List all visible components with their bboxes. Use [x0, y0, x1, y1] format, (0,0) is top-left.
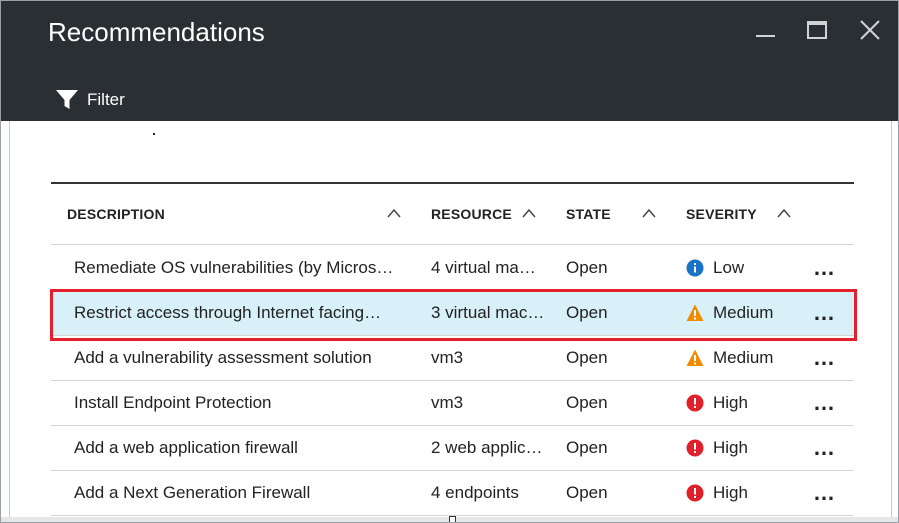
row-description: Add a Next Generation Firewall: [74, 483, 311, 502]
more-options-button[interactable]: …: [813, 254, 843, 282]
blade-header: Recommendations Filter: [1, 1, 898, 121]
info-icon: [686, 259, 704, 277]
table-row[interactable]: Add a Next Generation Firewall 4 endpoin…: [51, 471, 854, 516]
panel-border: [9, 121, 10, 517]
blade-title: Recommendations: [48, 17, 265, 47]
row-resource: vm3: [431, 393, 464, 412]
table-top-rule: [51, 182, 854, 184]
close-button[interactable]: [856, 15, 886, 45]
recommendations-blade: Recommendations Filter DESCRIPTION RESOU…: [0, 0, 899, 523]
row-description: Add a web application firewall: [74, 438, 298, 457]
row-state: Open: [566, 438, 608, 457]
error-icon: [686, 394, 704, 412]
minimize-button[interactable]: [751, 15, 781, 45]
table-row[interactable]: Add a vulnerability assessment solution …: [51, 336, 854, 381]
warning-icon: [686, 304, 704, 321]
sort-ascending-icon[interactable]: [641, 206, 657, 220]
row-resource: vm3: [431, 348, 464, 367]
filter-icon: [56, 90, 78, 109]
row-resource: 3 virtual mac…: [431, 303, 545, 322]
row-resource: 4 virtual ma…: [431, 258, 536, 277]
row-description: Add a vulnerability assessment solution: [74, 348, 372, 367]
warning-icon: [686, 349, 704, 366]
more-options-button[interactable]: …: [813, 479, 843, 507]
more-options-button[interactable]: …: [813, 344, 843, 372]
row-description: Restrict access through Internet facing…: [74, 303, 382, 322]
filter-button[interactable]: Filter: [55, 87, 125, 113]
sort-ascending-icon[interactable]: [521, 206, 537, 220]
row-description: Install Endpoint Protection: [74, 393, 272, 412]
resize-handle[interactable]: [449, 516, 456, 522]
row-state: Open: [566, 483, 608, 502]
header-rule: [51, 244, 854, 245]
row-state: Open: [566, 303, 608, 322]
row-resource: 4 endpoints: [431, 483, 519, 502]
row-state: Open: [566, 393, 608, 412]
maximize-button[interactable]: [803, 15, 833, 45]
row-description: Remediate OS vulnerabilities (by Micros…: [74, 258, 394, 277]
table-row[interactable]: Add a web application firewall 2 web app…: [51, 426, 854, 471]
table-row[interactable]: Install Endpoint Protection vm3 Open Hig…: [51, 381, 854, 426]
more-options-button[interactable]: …: [813, 434, 843, 462]
stray-dot: [153, 133, 155, 135]
row-resource: 2 web applic…: [431, 438, 543, 457]
column-header-resource[interactable]: RESOURCE: [431, 206, 512, 222]
sort-ascending-icon[interactable]: [776, 206, 792, 220]
table-row[interactable]: Remediate OS vulnerabilities (by Micros……: [51, 246, 854, 291]
error-icon: [686, 439, 704, 457]
sort-ascending-icon[interactable]: [386, 206, 402, 220]
more-options-button[interactable]: …: [813, 389, 843, 417]
row-state: Open: [566, 258, 608, 277]
row-state: Open: [566, 348, 608, 367]
error-icon: [686, 484, 704, 502]
more-options-button[interactable]: …: [813, 299, 843, 327]
column-header-description[interactable]: DESCRIPTION: [67, 206, 165, 222]
close-icon: [860, 20, 880, 40]
panel-border: [891, 121, 892, 517]
table-row[interactable]: Restrict access through Internet facing……: [51, 291, 854, 336]
column-header-severity[interactable]: SEVERITY: [686, 206, 757, 222]
filter-label: Filter: [87, 90, 125, 109]
column-header-state[interactable]: STATE: [566, 206, 611, 222]
